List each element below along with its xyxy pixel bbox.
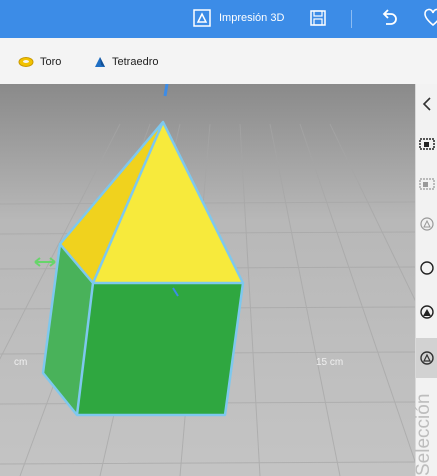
- panel-title: Selección: [413, 393, 434, 476]
- shapes-toolbar: Toro Tetraedro: [0, 38, 437, 85]
- title-bar: Impresión 3D: [0, 0, 437, 38]
- shape-item-torus[interactable]: Toro: [18, 54, 61, 70]
- 3d-viewport[interactable]: cm 15 cm: [0, 84, 415, 476]
- shape-item-tetrahedron[interactable]: Tetraedro: [94, 54, 158, 70]
- toolbar-divider: [351, 10, 352, 28]
- undo-icon[interactable]: [379, 8, 399, 28]
- chevron-left-icon[interactable]: [419, 96, 435, 112]
- print-3d-icon[interactable]: [193, 9, 211, 27]
- magic-select-icon[interactable]: [419, 304, 435, 320]
- side-panel: Selección: [413, 84, 437, 476]
- 3d-scene: [0, 84, 415, 476]
- shape-label: Toro: [40, 56, 62, 68]
- shape-label: Tetraedro: [112, 56, 159, 68]
- feedback-heart-icon[interactable]: [423, 8, 437, 28]
- move-handle-icon[interactable]: [163, 84, 169, 97]
- shapes-icon[interactable]: [419, 350, 435, 366]
- group-icon[interactable]: [419, 216, 435, 232]
- save-icon[interactable]: [309, 9, 327, 27]
- extrude-icon[interactable]: [419, 176, 435, 192]
- print-3d-button-label[interactable]: Impresión 3D: [219, 12, 284, 24]
- ungroup-icon[interactable]: [419, 260, 435, 276]
- select-icon[interactable]: [419, 136, 435, 152]
- ruler-label-left: cm: [14, 357, 28, 368]
- torus-icon: [18, 57, 34, 67]
- tetrahedron-icon: [95, 57, 105, 67]
- ruler-label-right: 15 cm: [316, 357, 344, 368]
